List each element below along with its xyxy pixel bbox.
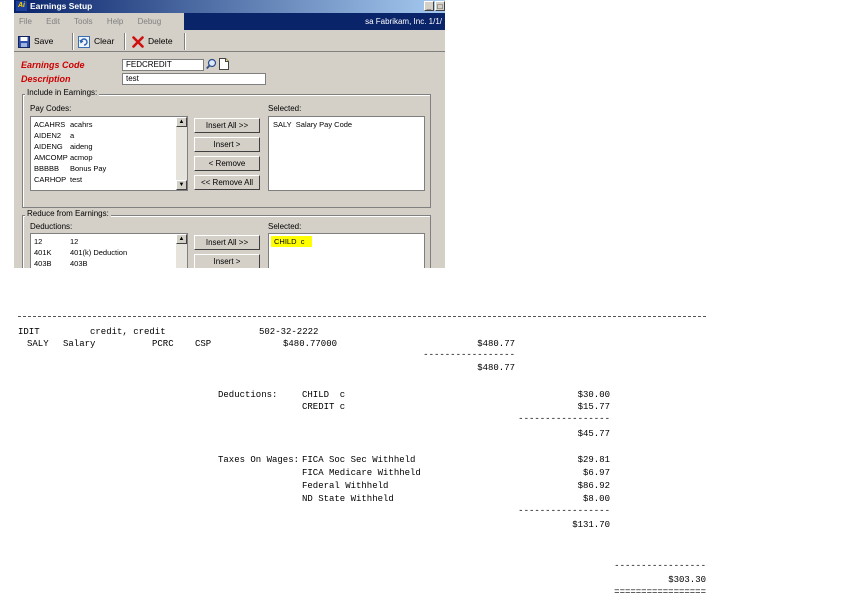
final-rule: ----------------- [614,561,706,571]
scrollbar[interactable]: ▲ [176,234,187,268]
list-item[interactable]: BBBBB Bonus Pay [31,163,187,174]
list-item[interactable]: 403B 403B [31,258,187,268]
menu-file[interactable]: File [19,17,32,26]
deductions-rule: ----------------- [518,414,610,424]
pay-rate: $480.77000 [283,339,338,349]
tax-name: Federal Withheld [302,481,389,491]
lookup-icon[interactable] [206,58,217,70]
taxes-heading: Taxes On Wages: [218,455,300,465]
list-item[interactable]: AMCOMP acmop [31,152,187,163]
selected-label: Selected: [268,104,302,113]
tax-name: ND State Withheld [302,494,394,504]
selected-deductions-list[interactable]: CHILD c [268,233,425,268]
delete-button[interactable]: Delete [132,33,173,49]
deduction-amount: $30.00 [577,390,610,400]
final-double-rule: ================= [614,587,706,597]
menu-tools[interactable]: Tools [74,17,93,26]
scrollbar[interactable]: ▲ ▼ [176,117,187,190]
pay-codes-list[interactable]: ACAHRS acahrs AIDEN2 a AIDENG aideng AMCOMP… [30,116,188,191]
list-item[interactable]: ACAHRS acahrs [31,119,187,130]
app-icon: Ai [16,1,27,11]
insert-button[interactable]: Insert > [194,137,260,152]
insert-button[interactable]: Insert > [194,254,260,268]
pay-desc: Salary [63,339,96,349]
earnings-setup-window: Ai Earnings Setup _ □ File Edit Tools Hel… [14,0,445,268]
window-title: Earnings Setup [30,1,93,11]
reduce-from-earnings-title: Reduce from Earnings: [25,209,111,218]
earnings-code-label: Earnings Code [21,60,85,70]
remove-button[interactable]: < Remove [194,156,260,171]
pay-type: PCRC [152,339,174,349]
delete-x-icon [132,35,144,48]
deductions-label: Deductions: [30,222,73,231]
earnings-code-field[interactable]: FEDCREDIT [122,59,204,71]
tax-name: FICA Soc Sec Withheld [302,455,416,465]
menu-bar: File Edit Tools Help Debug sa Fabrikam, … [14,13,445,30]
toolbar-separator [124,33,126,50]
menu-debug[interactable]: Debug [138,17,162,26]
pay-code: SALY [27,339,49,349]
toolbar: Save Clear Delete [14,30,445,52]
scroll-up-icon[interactable]: ▲ [176,234,187,244]
note-icon[interactable] [219,58,229,70]
menu-edit[interactable]: Edit [46,17,60,26]
employee-name: credit, credit [90,327,166,337]
include-in-earnings-title: Include in Earnings: [25,88,100,97]
list-item[interactable]: 12 12 [31,236,187,247]
menu-help[interactable]: Help [107,17,123,26]
deduction-name: CHILD c [302,390,346,400]
deductions-list[interactable]: 12 12 401K 401(k) Deduction 403B 403B ▲ [30,233,188,268]
pay-subtotal: $480.77 [477,363,515,373]
tax-amount: $8.00 [582,494,610,504]
tax-amount: $86.92 [577,481,610,491]
employee-ssn: 502-32-2222 [259,327,319,337]
deduction-amount: $15.77 [577,402,610,412]
taxes-rule: ----------------- [518,506,610,516]
clear-label: Clear [94,36,115,46]
list-item[interactable]: CARHOP test [31,174,187,185]
list-item[interactable]: 401K 401(k) Deduction [31,247,187,258]
scroll-up-icon[interactable]: ▲ [176,117,187,127]
employee-id: IDIT [18,327,40,337]
pay-subtotal-rule: ----------------- [423,350,515,360]
save-button[interactable]: Save [18,33,53,49]
insert-all-button[interactable]: Insert All >> [194,235,260,250]
save-label: Save [34,36,54,46]
remove-all-button[interactable]: << Remove All [194,175,260,190]
minimize-button[interactable]: _ [424,1,434,11]
save-icon [18,35,30,48]
pay-amount: $480.77 [477,339,515,349]
selected-label: Selected: [268,222,302,231]
deduction-name: CREDIT c [302,402,346,412]
deductions-heading: Deductions: [218,390,278,400]
tax-name: FICA Medicare Withheld [302,468,421,478]
list-item[interactable]: SALY Salary Pay Code [269,119,424,130]
title-bar: Ai Earnings Setup _ □ [14,0,445,13]
toolbar-separator [184,33,186,50]
list-item[interactable]: AIDENG aideng [31,141,187,152]
delete-label: Delete [148,36,173,46]
taxes-total: $131.70 [572,520,610,530]
report-divider [18,316,706,317]
pay-codes-label: Pay Codes: [30,104,72,113]
maximize-button[interactable]: □ [435,1,445,11]
deductions-total: $45.77 [577,429,610,439]
clear-button[interactable]: Clear [78,33,114,49]
company-info: sa Fabrikam, Inc. 1/1/ [184,13,445,30]
tax-amount: $6.97 [582,468,610,478]
list-item[interactable]: AIDEN2 a [31,130,187,141]
list-item[interactable]: CHILD c [271,236,313,247]
scroll-down-icon[interactable]: ▼ [176,180,187,190]
pay-dept: CSP [195,339,212,349]
final-total: $303.30 [668,575,706,585]
description-field[interactable]: test [122,73,266,85]
tax-amount: $29.81 [577,455,610,465]
insert-all-button[interactable]: Insert All >> [194,118,260,133]
selected-pay-codes-list[interactable]: SALY Salary Pay Code [268,116,425,191]
toolbar-separator [72,33,74,50]
clear-icon [78,35,90,48]
description-label: Description [21,74,71,84]
